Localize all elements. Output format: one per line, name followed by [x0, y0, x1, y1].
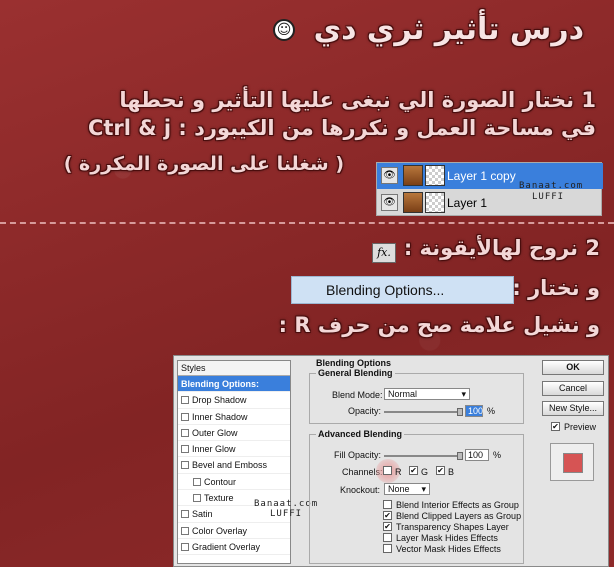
fill-opacity-label: Fill Opacity:: [334, 450, 382, 460]
eye-icon[interactable]: 👁: [381, 194, 398, 211]
style-checkbox[interactable]: [181, 412, 189, 421]
blending-options-menu-item[interactable]: Blending Options...: [291, 276, 514, 304]
tutorial-background: درس تأثير ثري دي ☺ 1 نختار الصورة الي نب…: [0, 0, 614, 567]
style-item-inner-shadow[interactable]: Inner Shadow: [178, 409, 290, 425]
layer-name: Layer 1: [447, 196, 488, 210]
step2-line1: 2 نروح لهالأيقونة :: [403, 236, 600, 260]
fill-opacity-slider-knob[interactable]: [457, 452, 463, 460]
step1-line3: ( شغلنا على الصورة المكررة ): [63, 153, 344, 175]
style-item-blending-options[interactable]: Blending Options: Custom: [178, 376, 290, 405]
channel-r-label: R: [395, 467, 402, 477]
styles-list: Styles Blending Options: Custom Drop Sha…: [177, 360, 291, 564]
page-title: درس تأثير ثري دي: [313, 12, 584, 47]
fill-opacity-input[interactable]: 100: [465, 449, 489, 461]
option-checkbox[interactable]: [383, 500, 392, 509]
style-item-color-overlay[interactable]: Color Overlay: [178, 523, 290, 539]
channel-b-checkbox[interactable]: ✔: [436, 466, 445, 475]
style-item-bevel-emboss[interactable]: Bevel and Emboss: [178, 457, 290, 474]
option-checkbox[interactable]: [383, 533, 392, 542]
layer-mask-thumbnail: [425, 192, 445, 213]
style-item-outer-glow[interactable]: Outer Glow: [178, 425, 290, 442]
style-item-drop-shadow[interactable]: Drop Shadow: [178, 392, 290, 409]
knockout-select[interactable]: None ▾: [384, 483, 430, 495]
style-checkbox[interactable]: [181, 396, 189, 405]
chevron-down-icon: ▾: [461, 389, 466, 399]
preview-swatch: [550, 443, 594, 481]
section-divider: [0, 222, 614, 224]
fill-opacity-slider[interactable]: [384, 455, 462, 457]
general-blending-group: General Blending Blend Mode: Normal ▾ Opa…: [309, 368, 524, 424]
blending-options-title: Blending Options: [316, 358, 391, 368]
cancel-button[interactable]: Cancel: [542, 381, 604, 396]
style-checkbox[interactable]: [193, 477, 201, 486]
layer-mask-thumbnail: [425, 165, 445, 186]
styles-header: Styles: [178, 361, 290, 376]
opacity-slider[interactable]: [384, 411, 462, 413]
blend-mode-select[interactable]: Normal ▾: [384, 388, 470, 400]
advanced-blending-legend: Advanced Blending: [318, 429, 403, 439]
chevron-down-icon: ▾: [421, 484, 426, 494]
style-checkbox[interactable]: [193, 494, 201, 503]
eye-icon[interactable]: 👁: [381, 167, 398, 184]
general-blending-legend: General Blending: [318, 368, 393, 378]
advanced-blending-group: Advanced Blending Fill Opacity: 100 % Ch…: [309, 429, 524, 564]
option-checkbox[interactable]: [383, 544, 392, 553]
style-checkbox[interactable]: [181, 445, 189, 454]
fx-icon[interactable]: fx.: [372, 243, 396, 263]
new-style-button[interactable]: New Style...: [542, 401, 604, 416]
blend-mode-label: Blend Mode:: [332, 390, 383, 400]
option-checkbox[interactable]: ✔: [383, 522, 392, 531]
watermark-author: LUFFI: [270, 509, 303, 519]
preview-label: Preview: [564, 422, 597, 432]
style-item-gradient-overlay[interactable]: Gradient Overlay: [178, 539, 290, 556]
smiley-icon: ☺: [273, 19, 295, 41]
watermark-author: LUFFI: [532, 192, 565, 202]
opacity-unit: %: [487, 406, 496, 416]
style-checkbox[interactable]: [181, 428, 189, 437]
layer-thumbnail: [403, 165, 423, 186]
watermark-site: Banaat.com: [519, 181, 584, 191]
layers-panel: 👁 Layer 1 copy 👁 Layer 1 Banaat.com LUFF…: [376, 162, 603, 216]
preview-checkbox[interactable]: ✔: [551, 422, 560, 431]
layer-style-dialog: Styles Blending Options: Custom Drop Sha…: [173, 355, 609, 567]
layer-row-original[interactable]: 👁 Layer 1: [377, 190, 603, 216]
layer-name: Layer 1 copy: [447, 169, 516, 183]
preview-sample: [563, 453, 583, 473]
knockout-label: Knockout:: [340, 485, 381, 495]
opacity-label: Opacity:: [348, 406, 382, 416]
ok-button[interactable]: OK: [542, 360, 604, 375]
opacity-input[interactable]: 100: [465, 405, 483, 417]
channel-r-checkbox[interactable]: [383, 466, 392, 475]
option-label: Blend Interior Effects as Group: [396, 500, 519, 510]
option-label: Vector Mask Hides Effects: [396, 544, 501, 554]
style-checkbox[interactable]: [181, 510, 189, 519]
channel-b-label: B: [448, 467, 455, 477]
style-item-inner-glow[interactable]: Inner Glow: [178, 441, 290, 458]
style-checkbox[interactable]: [181, 542, 189, 551]
option-label: Layer Mask Hides Effects: [396, 533, 498, 543]
step2-line2: و نختار :: [512, 276, 600, 300]
option-checkbox[interactable]: ✔: [383, 511, 392, 520]
opacity-slider-knob[interactable]: [457, 408, 463, 416]
step2-line3: و نشيل علامة صح من حرف R :: [278, 313, 600, 337]
option-label: Blend Clipped Layers as Group: [396, 511, 522, 521]
step1-line2: في مساحة العمل و نكررها من الكيبورد : Ct…: [87, 116, 596, 140]
step1-line1: 1 نختار الصورة الي نبغى عليها التأثير و …: [119, 88, 596, 112]
fill-opacity-unit: %: [493, 450, 502, 460]
style-checkbox[interactable]: [181, 461, 189, 470]
style-item-contour[interactable]: Contour: [178, 474, 290, 491]
channel-g-label: G: [421, 467, 429, 477]
option-label: Transparency Shapes Layer: [396, 522, 509, 532]
layer-thumbnail: [403, 192, 423, 213]
channel-g-checkbox[interactable]: ✔: [409, 466, 418, 475]
style-checkbox[interactable]: [181, 526, 189, 535]
